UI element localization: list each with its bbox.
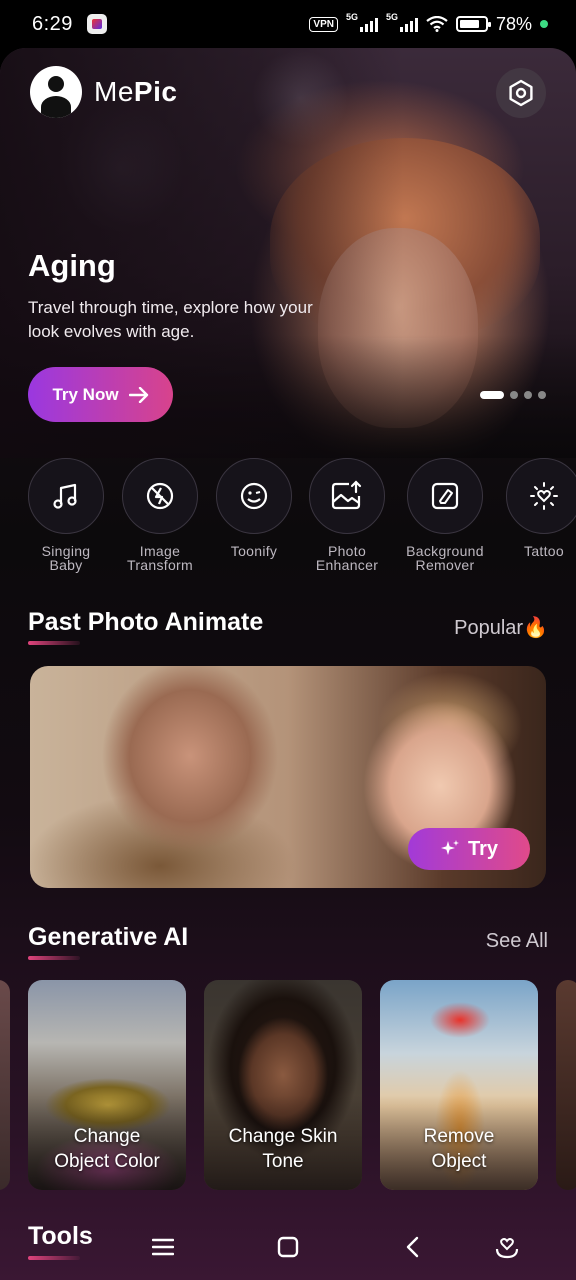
status-time: 6:29 — [32, 12, 73, 35]
gen-card-change-object-color[interactable]: Change Object Color — [28, 980, 186, 1190]
try-button[interactable]: Try — [408, 828, 530, 870]
battery-icon — [455, 16, 491, 32]
status-bar: 6:29 VPN 5G 5G 78% — [0, 0, 576, 48]
carousel-indicator — [480, 391, 546, 399]
see-all-link[interactable]: See All — [486, 930, 548, 953]
gen-card-change-skin-tone[interactable]: Change Skin Tone — [204, 980, 362, 1190]
section-underline — [28, 641, 80, 645]
photo-upload-icon — [331, 480, 362, 510]
section-underline — [28, 1256, 80, 1260]
signal-icon: 5G — [346, 12, 378, 32]
avatar[interactable] — [30, 66, 82, 118]
bottom-bar: Tools — [0, 1208, 576, 1280]
wifi-icon — [426, 16, 448, 32]
assistant-icon[interactable] — [492, 1232, 522, 1262]
app-notification-icon — [86, 14, 107, 34]
tool-toonify[interactable]: Toonify — [204, 458, 304, 558]
section-title-past-photo: Past Photo Animate — [28, 608, 264, 636]
section-underline — [28, 956, 80, 960]
arrow-right-icon — [128, 386, 148, 403]
carousel-dot[interactable] — [510, 391, 518, 399]
tool-photo-enhancer[interactable]: Photo Enhancer — [297, 458, 397, 572]
signal-icon-2: 5G — [386, 12, 418, 32]
brand: MePic — [30, 66, 177, 118]
back-icon[interactable] — [398, 1232, 428, 1262]
status-icons: VPN 5G 5G 78% — [309, 12, 548, 35]
quick-tools-row: Singing Baby Image Transform Toonify Pho… — [0, 458, 576, 578]
sun-heart-icon — [530, 482, 558, 510]
gen-card-remove-object[interactable]: Remove Object — [380, 980, 538, 1190]
app-container: MePic Aging Travel through time, explore… — [0, 48, 576, 1280]
popular-tag[interactable]: Popular🔥 — [454, 615, 548, 640]
tool-tattoo[interactable]: Tattoo — [494, 458, 576, 558]
home-icon[interactable] — [273, 1232, 303, 1262]
hero-description: Travel through time, explore how your lo… — [28, 298, 313, 341]
carousel-card-partial[interactable] — [0, 980, 10, 1190]
carousel-card-partial[interactable] — [556, 980, 576, 1190]
settings-button[interactable] — [496, 68, 546, 118]
carousel-dot[interactable] — [480, 391, 504, 399]
menu-icon[interactable] — [148, 1232, 178, 1262]
music-note-icon — [53, 483, 77, 509]
smiley-icon — [240, 482, 268, 510]
eraser-icon — [431, 482, 459, 510]
vpn-badge: VPN — [309, 16, 338, 32]
sparkle-icon — [440, 840, 459, 855]
battery-percent: 78% — [495, 13, 532, 34]
charging-dot-icon — [540, 20, 548, 28]
carousel-dot[interactable] — [538, 391, 546, 399]
settings-icon — [509, 79, 533, 107]
tool-background-remover[interactable]: Background Remover — [395, 458, 495, 572]
hero-banner[interactable]: MePic Aging Travel through time, explore… — [0, 48, 576, 458]
past-photo-card[interactable]: Try — [30, 666, 546, 888]
tool-image-transform[interactable]: Image Transform — [110, 458, 210, 572]
generative-ai-carousel: Change Object Color Change Skin Tone Rem… — [0, 980, 576, 1192]
app-title: MePic — [94, 76, 178, 107]
transform-icon — [146, 482, 174, 510]
try-now-button[interactable]: Try Now — [28, 367, 173, 422]
section-title-generative-ai: Generative AI — [28, 923, 189, 951]
section-title-tools: Tools — [28, 1222, 93, 1250]
tool-singing-baby[interactable]: Singing Baby — [16, 458, 116, 572]
hero-title: Aging — [28, 248, 116, 283]
carousel-dot[interactable] — [524, 391, 532, 399]
